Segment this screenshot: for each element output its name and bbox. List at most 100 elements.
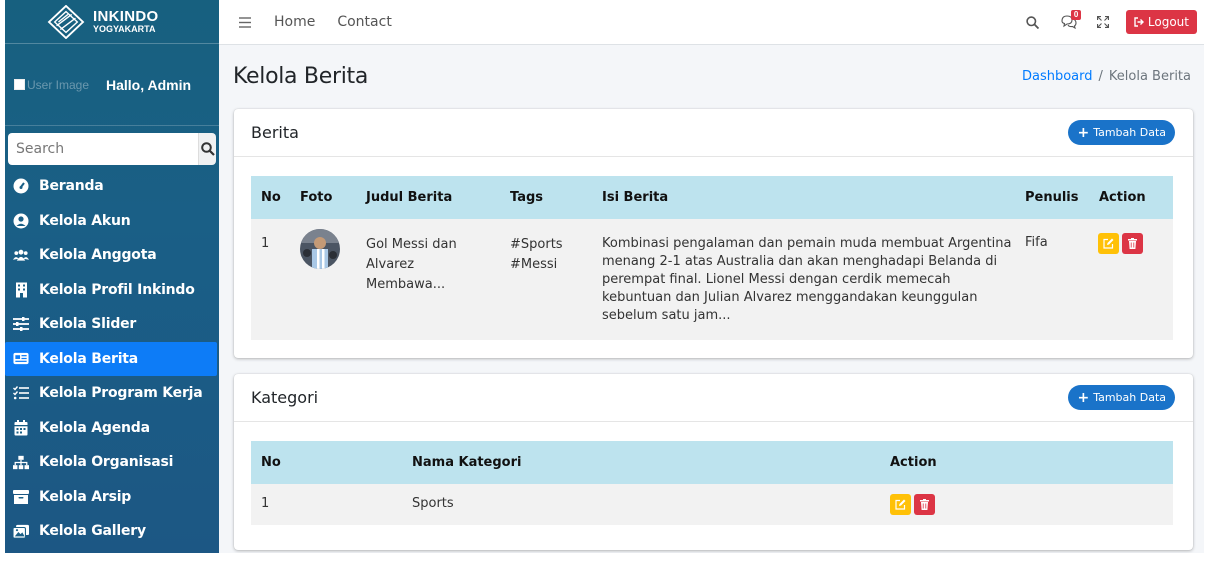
sidebar-item-kelola-slider[interactable]: Kelola Slider — [5, 307, 219, 342]
breadcrumb-current: Kelola Berita — [1108, 68, 1191, 84]
add-berita-button[interactable]: + Tambah Data — [1068, 120, 1175, 145]
kategori-card: Kategori + Tambah Data No Nama Kategori A… — [234, 374, 1193, 550]
kategori-card-title: Kategori — [251, 388, 319, 407]
sidebar-item-kelola-organisasi[interactable]: Kelola Organisasi — [5, 445, 219, 480]
sidebar-item-kelola-profil-inkindo[interactable]: Kelola Profil Inkindo — [5, 273, 219, 308]
cell-no: 1 — [251, 484, 408, 525]
column-header-no: No — [251, 441, 408, 484]
sidebar-item-kelola-gallery[interactable]: Kelola Gallery — [5, 514, 219, 549]
trash-icon — [920, 499, 929, 510]
building-icon — [13, 282, 29, 298]
add-button-label: Tambah Data — [1093, 126, 1166, 139]
cell-foto — [295, 219, 358, 340]
edit-icon — [1103, 238, 1114, 249]
top-navbar: Home Contact 0 Logout — [219, 0, 1204, 45]
content-header: Kelola Berita Dashboard / Kelola Berita — [219, 45, 1204, 107]
delete-button[interactable] — [1122, 233, 1143, 254]
sign-out-icon — [1134, 17, 1144, 27]
table-row: 1 Gol Messi dan Alvarez Membawa... #Spor… — [251, 219, 1173, 340]
sidebar-item-label: Kelola Program Kerja — [39, 385, 203, 402]
tachometer-icon — [13, 178, 29, 194]
sidebar-item-label: Kelola Arsip — [39, 488, 132, 505]
column-header-no: No — [251, 176, 295, 219]
calendar-icon — [13, 419, 29, 436]
sidebar-item-kelola-berita[interactable]: Kelola Berita — [5, 341, 217, 376]
plus-icon: + — [1077, 389, 1090, 406]
brand-subtitle: YOGYAKARTA — [93, 24, 156, 34]
news-photo — [300, 229, 340, 269]
content-wrapper: Kelola Berita Dashboard / Kelola Berita Be… — [219, 45, 1204, 553]
sidebar-item-kelola-anggota[interactable]: Kelola Anggota — [5, 238, 219, 273]
sidebar-item-kelola-agenda[interactable]: Kelola Agenda — [5, 411, 219, 446]
cell-action — [888, 484, 1173, 525]
user-panel: User Image Hallo, Admin — [5, 44, 219, 126]
column-header-judul: Judul Berita — [358, 176, 503, 219]
search-input[interactable] — [8, 133, 198, 165]
sidebar: INKINDO YOGYAKARTA User Image Hallo, Adm… — [5, 0, 219, 553]
menu-toggle-icon[interactable] — [238, 16, 252, 28]
sitemap-icon — [13, 454, 29, 470]
brand-link[interactable]: INKINDO YOGYAKARTA — [5, 0, 219, 44]
berita-card-title: Berita — [251, 123, 299, 142]
edit-button[interactable] — [1098, 233, 1119, 254]
plus-icon: + — [1077, 124, 1090, 141]
column-header-nama-kategori: Nama Kategori — [408, 441, 888, 484]
edit-button[interactable] — [890, 494, 911, 515]
newspaper-icon — [13, 351, 29, 367]
breadcrumb: Dashboard / Kelola Berita — [1022, 69, 1191, 84]
add-button-label: Tambah Data — [1093, 391, 1166, 404]
search-button[interactable] — [198, 133, 216, 165]
sidebar-item-kelola-program-kerja[interactable]: Kelola Program Kerja — [5, 376, 219, 411]
search-icon — [200, 142, 215, 156]
cell-isi: Kombinasi pengalaman dan pemain muda mem… — [594, 219, 1020, 340]
delete-button[interactable] — [914, 494, 935, 515]
edit-icon — [895, 499, 906, 510]
column-header-tags: Tags — [503, 176, 594, 219]
breadcrumb-separator: / — [1098, 68, 1103, 84]
user-greeting[interactable]: Hallo, Admin — [106, 77, 191, 93]
page-title: Kelola Berita — [233, 63, 369, 89]
sidebar-item-label: Kelola Berita — [39, 350, 139, 367]
cell-penulis: Fifa — [1020, 219, 1093, 340]
sidebar-item-label: Kelola Profil Inkindo — [39, 281, 195, 298]
trash-icon — [1128, 238, 1137, 249]
kategori-table: No Nama Kategori Action 1 Sports — [251, 441, 1173, 525]
avatar-alt-text: User Image — [27, 77, 90, 92]
logout-label: Logout — [1147, 15, 1189, 29]
nav-link-home[interactable]: Home — [274, 14, 315, 30]
brand-title: INKINDO — [93, 8, 159, 25]
sidebar-item-kelola-arsip[interactable]: Kelola Arsip — [5, 480, 219, 515]
column-header-isi: Isi Berita — [594, 176, 1020, 219]
berita-card: Berita + Tambah Data No Foto Judul Berita… — [234, 109, 1193, 358]
user-circle-icon — [13, 213, 29, 229]
users-icon — [13, 247, 29, 263]
images-icon — [13, 523, 29, 539]
inkindo-logo — [47, 4, 85, 39]
navbar-search-button[interactable] — [1025, 14, 1041, 30]
sidebar-item-label: Kelola Akun — [39, 212, 131, 229]
sliders-icon — [13, 316, 29, 332]
nav-link-contact[interactable]: Contact — [337, 14, 391, 30]
cell-no: 1 — [251, 219, 295, 340]
breadcrumb-dashboard-link[interactable]: Dashboard — [1022, 69, 1093, 84]
table-row: 1 Sports — [251, 484, 1173, 525]
fullscreen-button[interactable] — [1095, 14, 1111, 30]
messages-button[interactable]: 0 — [1061, 10, 1082, 30]
cell-tags: #Sports #Messi — [503, 219, 594, 340]
list-check-icon — [13, 385, 29, 401]
sidebar-item-label: Kelola Anggota — [39, 247, 157, 264]
cell-judul: Gol Messi dan Alvarez Membawa... — [358, 219, 503, 340]
sidebar-item-label: Kelola Slider — [39, 316, 137, 333]
sidebar-item-label: Beranda — [39, 178, 104, 195]
sidebar-search — [8, 133, 216, 165]
column-header-action: Action — [1093, 176, 1173, 219]
add-kategori-button[interactable]: + Tambah Data — [1068, 385, 1175, 410]
column-header-penulis: Penulis — [1020, 176, 1093, 219]
archive-icon — [13, 489, 29, 505]
sidebar-item-beranda[interactable]: Beranda — [5, 169, 219, 204]
berita-table: No Foto Judul Berita Tags Isi Berita Pen… — [251, 176, 1173, 340]
kategori-card-header: Kategori + Tambah Data — [234, 374, 1193, 422]
logout-button[interactable]: Logout — [1125, 10, 1197, 34]
notification-badge: 0 — [1070, 10, 1082, 20]
sidebar-item-kelola-akun[interactable]: Kelola Akun — [5, 204, 219, 239]
